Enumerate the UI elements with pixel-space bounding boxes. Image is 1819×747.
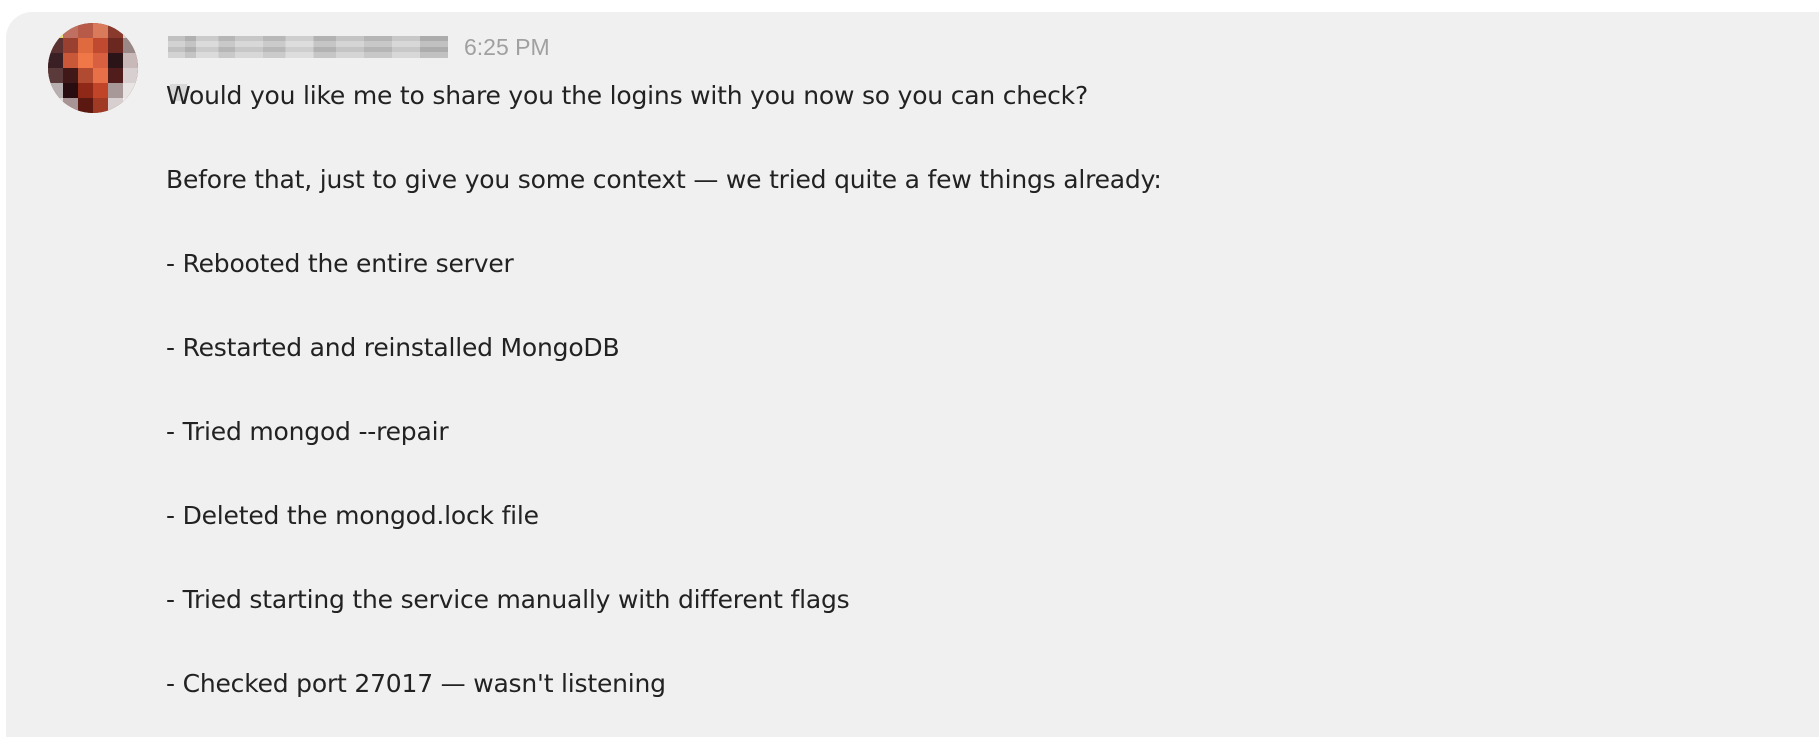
avatar-pixel xyxy=(123,38,138,53)
message-line: - Rebooted the entire server xyxy=(166,249,514,278)
avatar-pixel xyxy=(48,83,63,98)
avatar-pixel xyxy=(93,38,108,53)
avatar-pixel xyxy=(108,68,123,83)
avatar-pixel xyxy=(78,98,93,113)
avatar-pixel xyxy=(48,53,63,68)
message-line: - Restarted and reinstalled MongoDB xyxy=(166,333,620,362)
chat-message: 6:25 PM Would you like me to share you t… xyxy=(6,12,1819,737)
message-line: Before that, just to give you some conte… xyxy=(166,165,1162,194)
avatar-pixel xyxy=(108,23,123,38)
avatar-pixel xyxy=(63,38,78,53)
avatar-pixel xyxy=(93,68,108,83)
message-line: - Tried starting the service manually wi… xyxy=(166,585,850,614)
avatar-pixel xyxy=(48,23,63,38)
avatar-pixel xyxy=(63,23,78,38)
avatar-pixel xyxy=(108,83,123,98)
avatar-pixel xyxy=(78,23,93,38)
avatar-pixel xyxy=(63,53,78,68)
avatar-pixel xyxy=(78,68,93,83)
message-line: - Checked port 27017 — wasn't listening xyxy=(166,669,666,698)
avatar-pixel xyxy=(93,23,108,38)
avatar-pixel xyxy=(93,98,108,113)
message-timestamp: 6:25 PM xyxy=(464,34,550,60)
sender-name-redacted[interactable] xyxy=(168,36,448,58)
avatar[interactable] xyxy=(48,23,138,113)
avatar-pixel xyxy=(123,98,138,113)
avatar-pixel xyxy=(78,53,93,68)
avatar-pixel xyxy=(108,38,123,53)
message-line: - Tried mongod --repair xyxy=(166,417,449,446)
avatar-pixel xyxy=(123,23,138,38)
avatar-pixel xyxy=(93,53,108,68)
avatar-pixel xyxy=(123,53,138,68)
avatar-pixel xyxy=(48,38,63,53)
avatar-pixel xyxy=(93,83,108,98)
message-line: Would you like me to share you the login… xyxy=(166,81,1089,110)
avatar-pixel xyxy=(123,68,138,83)
avatar-pixel xyxy=(63,98,78,113)
avatar-pixel xyxy=(48,98,63,113)
avatar-pixel xyxy=(123,83,138,98)
avatar-pixel xyxy=(108,98,123,113)
message-line: - Deleted the mongod.lock file xyxy=(166,501,539,530)
avatar-pixel xyxy=(63,83,78,98)
message-body: Would you like me to share you the login… xyxy=(166,75,1162,747)
avatar-pixel xyxy=(48,68,63,83)
avatar-pixel xyxy=(63,68,78,83)
avatar-pixel xyxy=(78,83,93,98)
avatar-pixel xyxy=(78,38,93,53)
avatar-pixel xyxy=(108,53,123,68)
